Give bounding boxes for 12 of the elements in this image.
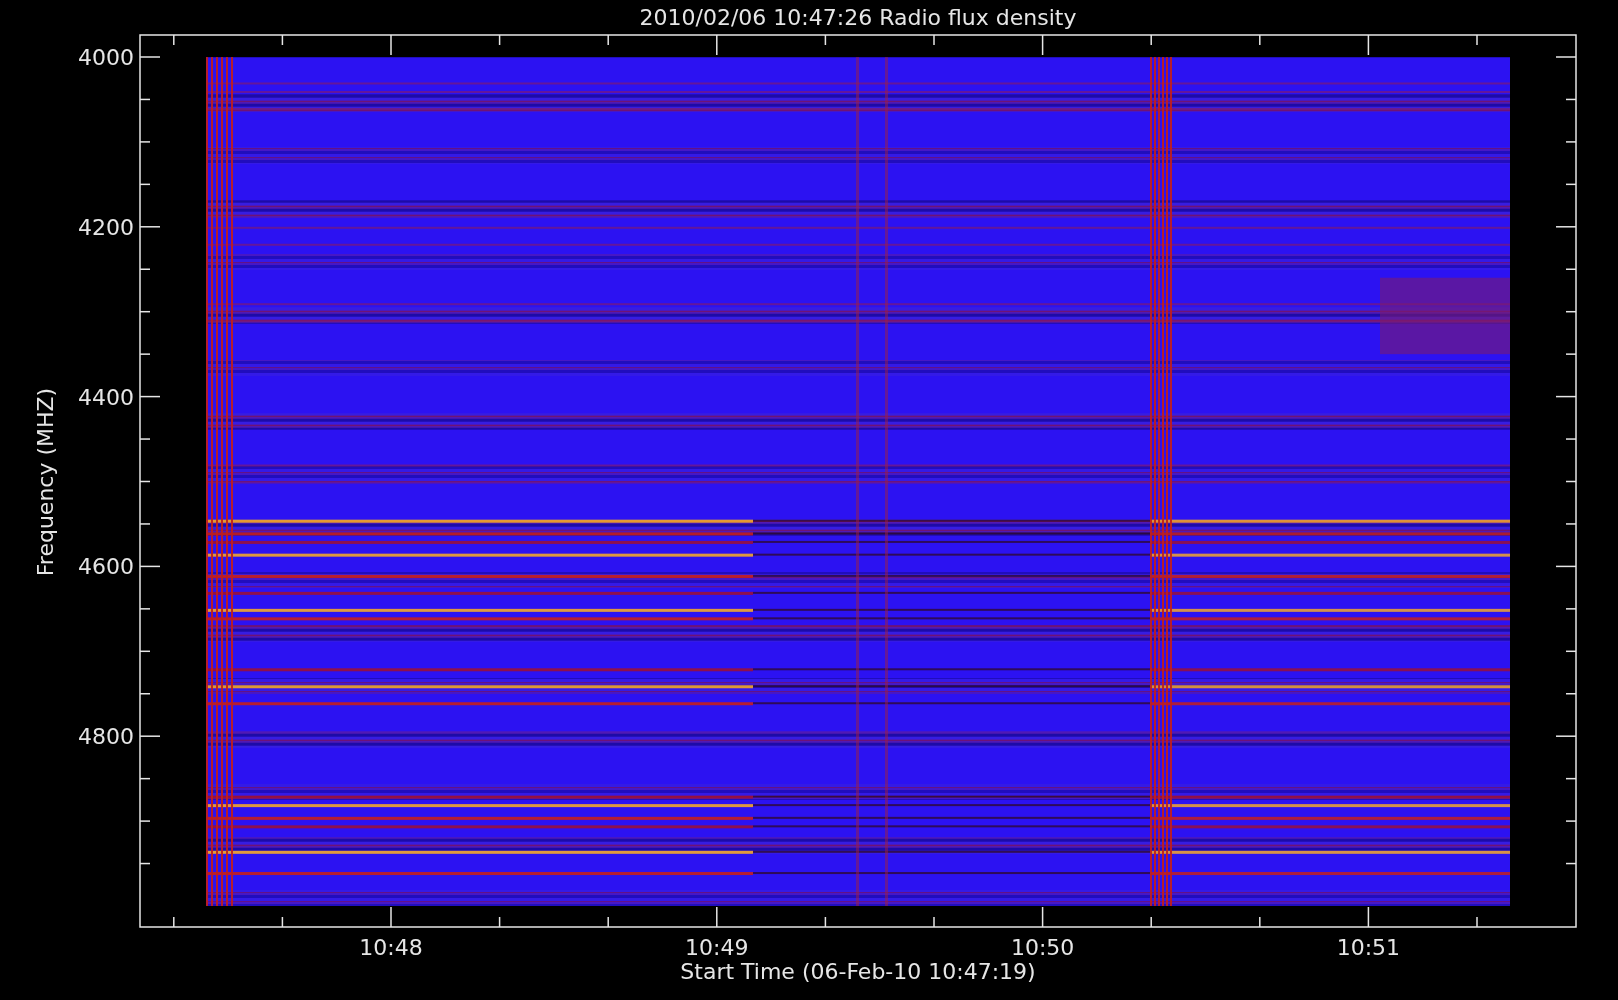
y-tick-label: 4600 bbox=[78, 554, 134, 580]
x-tick-label: 10:48 bbox=[359, 935, 423, 960]
x-axis-title: Start Time (06-Feb-10 10:47:19) bbox=[680, 959, 1036, 984]
x-tick-label: 10:50 bbox=[1010, 935, 1075, 960]
x-tick-label: 10:51 bbox=[1336, 935, 1401, 960]
chart-title: 2010/02/06 10:47:26 Radio flux density bbox=[639, 5, 1077, 30]
y-tick-label: 4400 bbox=[78, 384, 134, 410]
y-axis-title: Frequency (MHZ) bbox=[33, 387, 58, 577]
y-tick-label: 4200 bbox=[78, 214, 134, 240]
y-tick-label: 4800 bbox=[78, 724, 134, 750]
y-tick-label: 4000 bbox=[78, 45, 134, 70]
x-tick-label: 10:49 bbox=[685, 935, 749, 960]
